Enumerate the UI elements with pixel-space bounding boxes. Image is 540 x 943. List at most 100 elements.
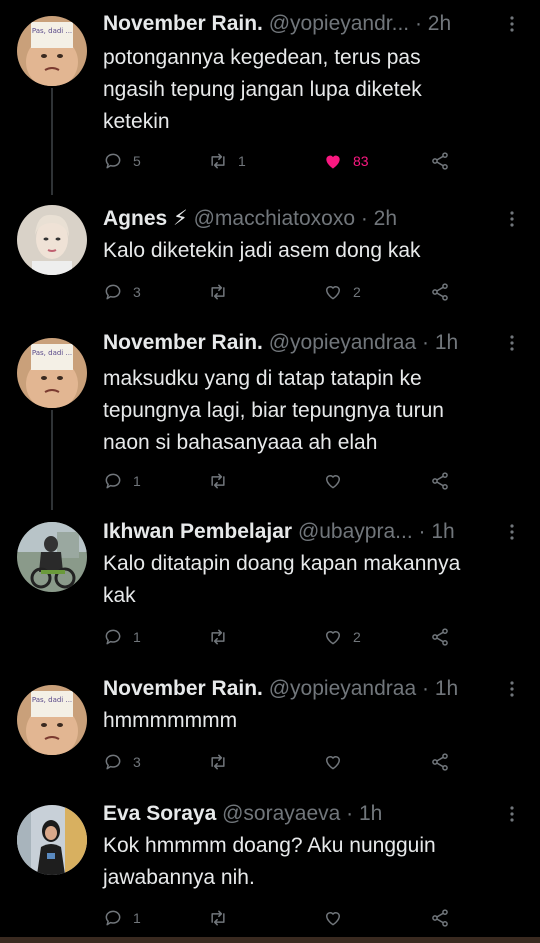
avatar[interactable] [17, 522, 87, 592]
avatar[interactable]: Pas, dadi ... [17, 338, 87, 408]
retweet-button[interactable] [208, 625, 238, 649]
avatar[interactable]: Pas, dadi ... [17, 16, 87, 86]
timestamp[interactable]: · 1h [422, 331, 458, 354]
reply-icon [105, 284, 121, 300]
tweet-actions: 1 [103, 469, 463, 493]
tweet-actions: 1 2 [103, 625, 463, 649]
tweet-text: maksudku yang di tatap tatapin ke tepung… [103, 367, 444, 454]
timestamp[interactable]: · 1h [346, 802, 382, 825]
more-icon[interactable] [502, 333, 522, 353]
handle[interactable]: @yopieyandraa [269, 677, 416, 700]
like-icon [326, 631, 340, 645]
display-name[interactable]: Ikhwan Pembelajar [103, 520, 292, 543]
reply-count: 3 [133, 284, 141, 300]
reply-icon [105, 754, 121, 770]
like-button[interactable] [323, 469, 353, 493]
thread-line [51, 88, 53, 195]
display-name[interactable]: November Rain. [103, 677, 263, 700]
tweet-header: November Rain. @yopieyandr... · 2h [103, 11, 500, 37]
tweet-header: Eva Soraya @sorayaeva · 1h [103, 801, 500, 827]
avatar[interactable]: Pas, dadi ... [17, 685, 87, 755]
reply-count: 1 [133, 910, 141, 926]
share-button[interactable] [430, 280, 450, 304]
tweet-text: hmmmmmmm [103, 709, 238, 732]
share-button[interactable] [430, 469, 450, 493]
more-icon[interactable] [502, 804, 522, 824]
tweet-header: Ikhwan Pembelajar @ubaypra... · 1h [103, 519, 500, 545]
reply-icon [105, 910, 121, 926]
timestamp[interactable]: · 1h [419, 520, 455, 543]
tweet-header: November Rain. @yopieyandraa · 1h [103, 330, 500, 356]
tweet[interactable]: Pas, dadi ... November Rain. @yopieyandr… [0, 330, 540, 510]
like-button[interactable] [323, 750, 353, 774]
reply-icon [105, 153, 121, 169]
tweet-text: Kalo diketekin jadi asem dong kak [103, 239, 421, 262]
more-icon[interactable] [502, 209, 522, 229]
tweet[interactable]: Ikhwan Pembelajar @ubaypra... · 1h Kalo … [0, 510, 540, 675]
handle[interactable]: @yopieyandr... [269, 12, 409, 35]
retweet-count: 1 [238, 153, 246, 169]
share-icon [432, 753, 448, 771]
share-button[interactable] [430, 625, 450, 649]
like-button[interactable] [323, 906, 353, 930]
like-button[interactable]: 2 [323, 280, 361, 304]
tweet[interactable]: Agnes ⚡ @macchiatoxoxo · 2h Kalo diketek… [0, 195, 540, 330]
timestamp[interactable]: · 2h [361, 207, 397, 230]
reply-button[interactable]: 1 [103, 469, 141, 493]
reply-button[interactable]: 3 [103, 280, 141, 304]
more-icon[interactable] [502, 522, 522, 542]
tweet[interactable]: Pas, dadi ... November Rain. @yopieyandr… [0, 0, 540, 195]
tweet-actions: 1 [103, 906, 463, 930]
reply-count: 1 [133, 473, 141, 489]
reply-button[interactable]: 1 [103, 625, 141, 649]
retweet-button[interactable] [208, 750, 238, 774]
tweet-header: November Rain. @yopieyandraa · 1h [103, 676, 500, 702]
handle[interactable]: @yopieyandraa [269, 331, 416, 354]
retweet-button[interactable] [208, 906, 238, 930]
reply-count: 1 [133, 629, 141, 645]
retweet-button[interactable] [208, 280, 238, 304]
tweet-text: Kalo ditatapin doang kapan makannya kak [103, 552, 461, 607]
avatar-sticker-text: Pas, dadi ... [32, 696, 72, 704]
retweet-icon [211, 153, 225, 169]
share-icon [432, 472, 448, 490]
share-button[interactable] [430, 906, 450, 930]
share-button[interactable] [430, 149, 450, 173]
share-icon [432, 152, 448, 170]
retweet-icon [211, 754, 225, 770]
reply-icon [105, 473, 121, 489]
avatar[interactable] [17, 805, 87, 875]
display-name[interactable]: Eva Soraya [103, 802, 216, 825]
retweet-icon [211, 473, 225, 489]
like-icon [326, 155, 340, 169]
timestamp[interactable]: · 1h [422, 677, 458, 700]
handle[interactable]: @macchiatoxoxo [194, 207, 355, 230]
reply-button[interactable]: 1 [103, 906, 141, 930]
timestamp[interactable]: · 2h [415, 12, 451, 35]
display-name[interactable]: November Rain. [103, 331, 263, 354]
reply-icon [105, 629, 121, 645]
display-name[interactable]: Agnes ⚡ [103, 207, 188, 230]
reply-button[interactable]: 3 [103, 750, 141, 774]
handle[interactable]: @sorayaeva [222, 802, 340, 825]
tweet-text: potongannya kegedean, terus pas ngasih t… [103, 46, 422, 133]
tweet[interactable]: Eva Soraya @sorayaeva · 1h Kok hmmmm doa… [0, 795, 540, 937]
display-name[interactable]: November Rain. [103, 12, 263, 35]
like-icon [326, 756, 340, 770]
share-button[interactable] [430, 750, 450, 774]
tweet[interactable]: Pas, dadi ... November Rain. @yopieyandr… [0, 675, 540, 795]
tweet-text: Kok hmmmm doang? Aku nungguin jawabannya… [103, 834, 436, 889]
like-icon [326, 286, 340, 300]
more-icon[interactable] [502, 679, 522, 699]
like-button[interactable]: 2 [323, 625, 361, 649]
share-icon [432, 283, 448, 301]
avatar[interactable] [17, 205, 87, 275]
like-button[interactable]: 83 [323, 149, 369, 173]
tweet-header: Agnes ⚡ @macchiatoxoxo · 2h [103, 206, 500, 232]
more-icon[interactable] [502, 14, 522, 34]
handle[interactable]: @ubaypra... [298, 520, 413, 543]
reply-button[interactable]: 5 [103, 149, 141, 173]
retweet-button[interactable]: 1 [208, 149, 246, 173]
tweet-actions: 3 2 [103, 280, 463, 304]
retweet-button[interactable] [208, 469, 238, 493]
